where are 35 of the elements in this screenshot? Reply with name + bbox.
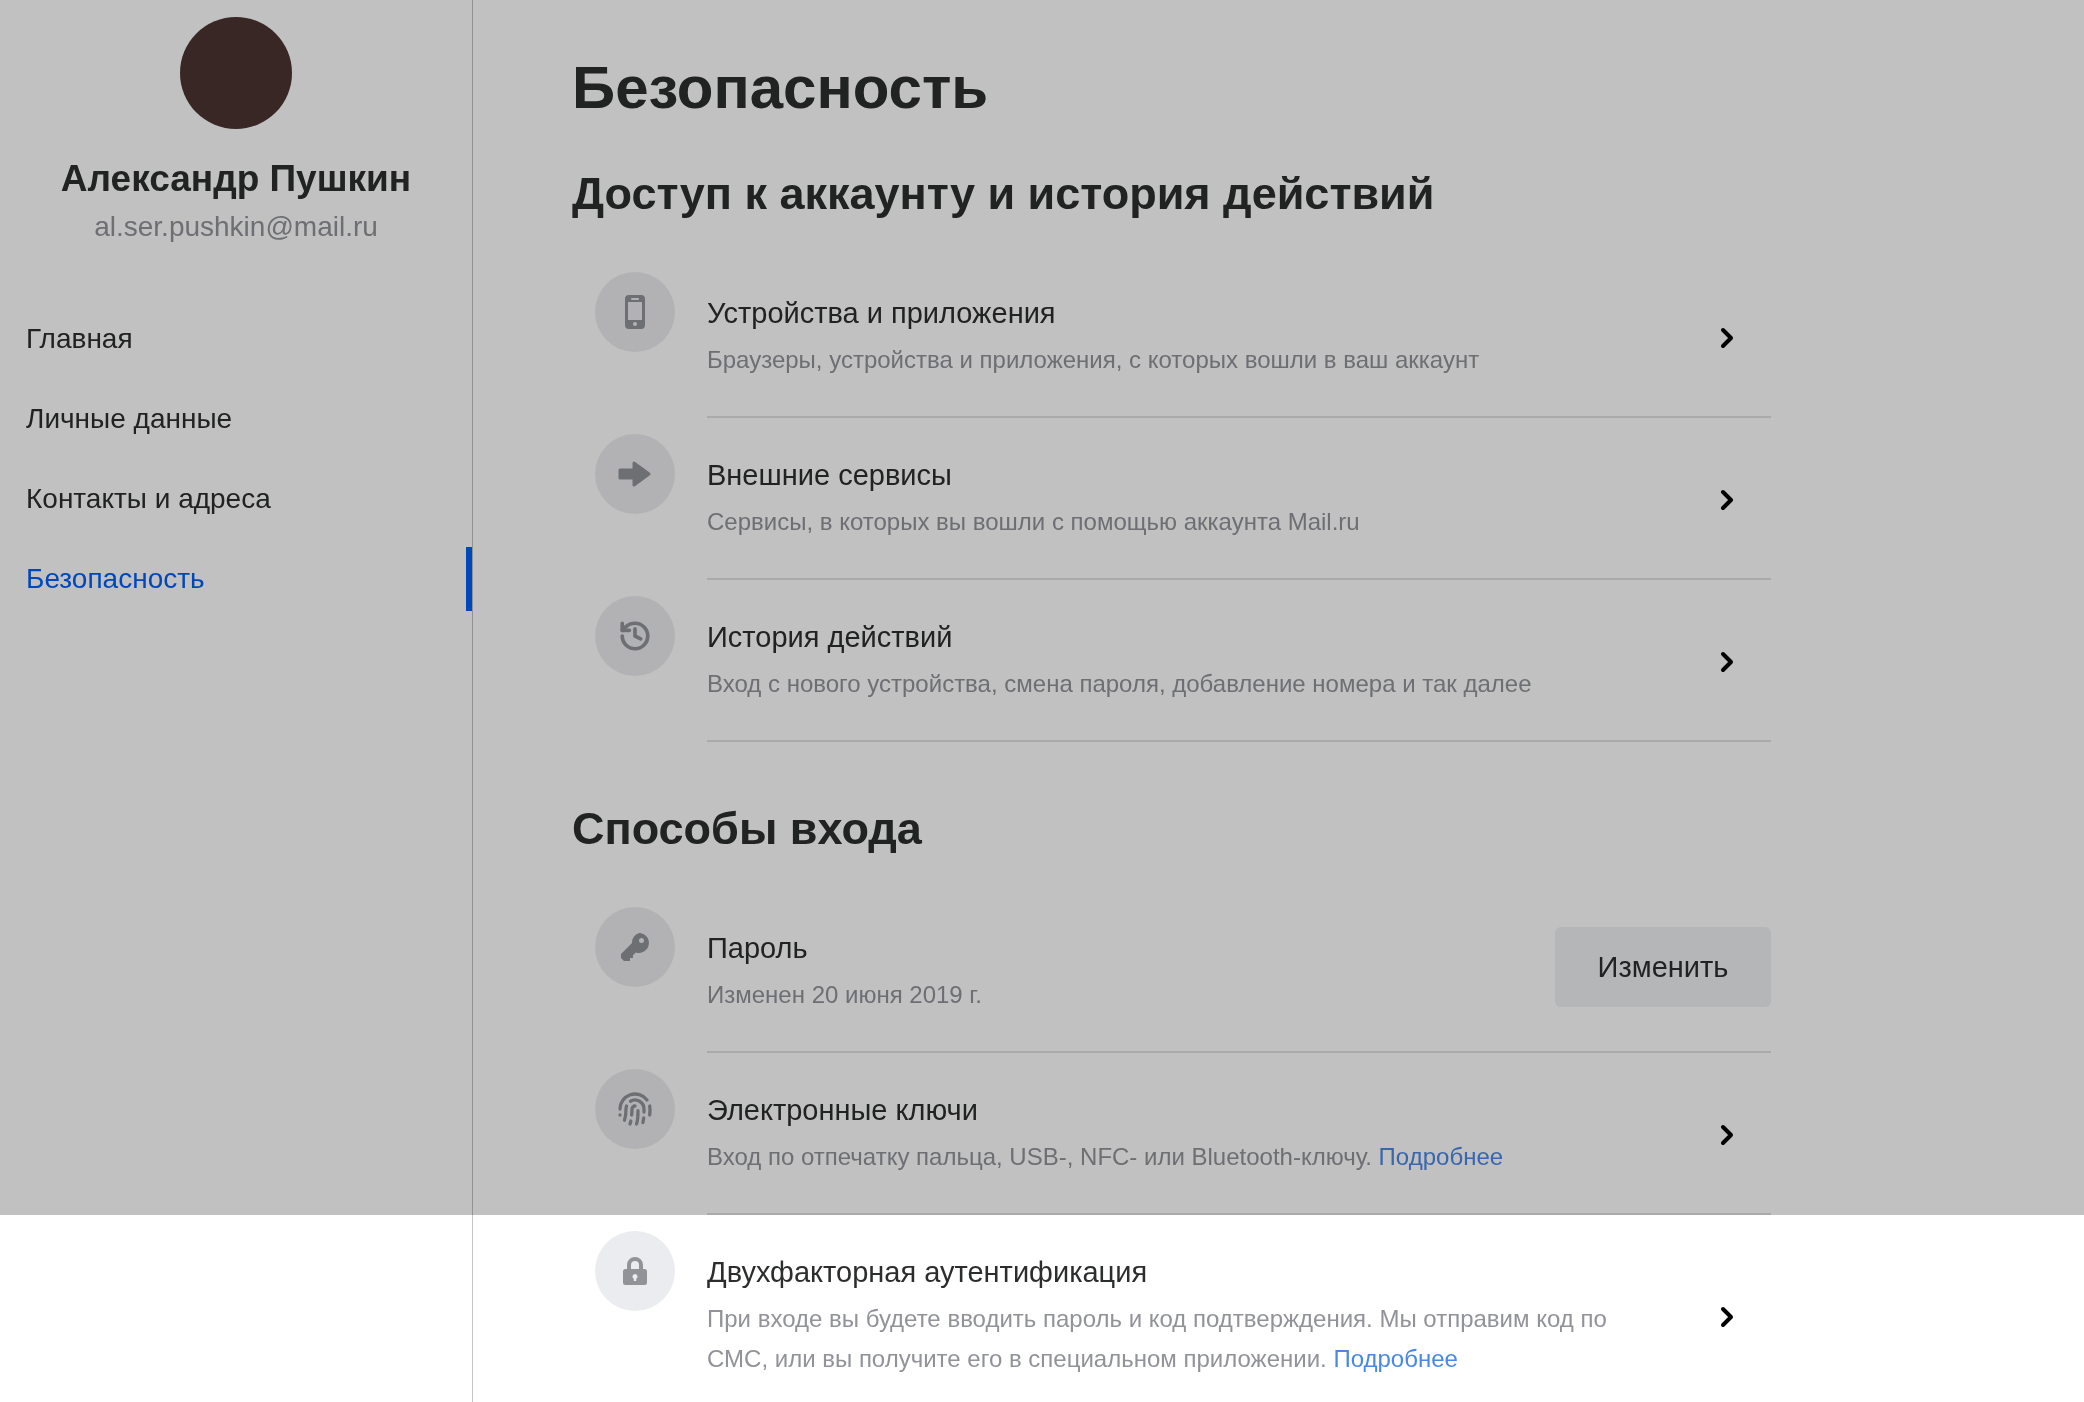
row-description: Изменен 20 июня 2019 г. bbox=[707, 980, 983, 1010]
settings-row[interactable]: История действий Вход с нового устройства, смена пароля, добавление номера и так далее bbox=[707, 596, 1771, 742]
lock-icon bbox=[623, 1256, 647, 1286]
nav-item[interactable]: Безопасность bbox=[0, 547, 472, 611]
fingerprint-icon bbox=[617, 1091, 653, 1127]
nav-item[interactable]: Контакты и адреса bbox=[0, 467, 472, 531]
settings-row[interactable]: Устройства и приложения Браузеры, устройства и приложения, с которых вошли в ваш аккаунт bbox=[707, 272, 1771, 418]
settings-row[interactable]: Двухфакторная аутентификация При входе вы будете вводить пароль и код подтверждения. Мы отправим код по СМС, или вы получите его в специальном приложении. Подробнее bbox=[707, 1231, 1771, 1402]
row-title: История действий bbox=[707, 620, 954, 654]
section-title: Способы входа bbox=[572, 802, 923, 856]
change-button[interactable]: Изменить bbox=[1555, 927, 1771, 1007]
section-title: Доступ к аккаунту и история действий bbox=[572, 167, 1436, 221]
row-description: При входе вы будете вводить пароль и код подтверждения. Мы отправим код по СМС, или вы получите его в специальном приложении. Подробнее bbox=[707, 1304, 1607, 1374]
row-title: Двухфакторная аутентификация bbox=[707, 1255, 1149, 1289]
row-description: Вход с нового устройства, смена пароля, добавление номера и так далее bbox=[707, 669, 1533, 699]
key-icon bbox=[619, 931, 651, 963]
nav-item[interactable]: Главная bbox=[0, 307, 472, 371]
settings-row[interactable]: Электронные ключи Вход по отпечатку пальца, USB-, NFC- или Bluetooth-ключу. Подробнее bbox=[707, 1069, 1771, 1215]
page-title: Безопасность bbox=[572, 53, 990, 123]
row-title: Внешние сервисы bbox=[707, 458, 953, 492]
arrow-right-icon bbox=[618, 460, 652, 488]
row-description: Браузеры, устройства и приложения, с которых вошли в ваш аккаунт bbox=[707, 345, 1481, 375]
row-title: Электронные ключи bbox=[707, 1093, 979, 1127]
user-email: al.ser.pushkin@mail.ru bbox=[94, 210, 378, 244]
settings-row[interactable]: Пароль Изменен 20 июня 2019 г. Изменить bbox=[707, 907, 1771, 1053]
row-title: Устройства и приложения bbox=[707, 296, 1057, 330]
row-description: Сервисы, в которых вы вошли с помощью аккаунта Mail.ru bbox=[707, 507, 1361, 537]
more-link[interactable]: Подробнее bbox=[1333, 1345, 1458, 1372]
user-name: Александр Пушкин bbox=[60, 157, 412, 201]
history-icon bbox=[618, 619, 652, 653]
row-description: Вход по отпечатку пальца, USB-, NFC- или Bluetooth-ключу. Подробнее bbox=[707, 1142, 1505, 1172]
row-title: Пароль bbox=[707, 931, 809, 965]
settings-row[interactable]: Внешние сервисы Сервисы, в которых вы вошли с помощью аккаунта Mail.ru bbox=[707, 434, 1771, 580]
phone-icon bbox=[623, 294, 647, 330]
nav-item[interactable]: Личные данные bbox=[0, 387, 472, 451]
